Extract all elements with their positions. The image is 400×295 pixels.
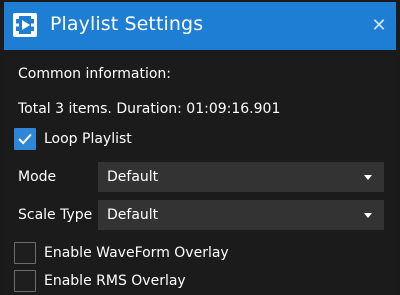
scale-type-dropdown[interactable]: Default bbox=[98, 200, 384, 230]
rms-overlay-checkbox[interactable] bbox=[14, 270, 36, 292]
mode-selected-value: Default bbox=[107, 169, 159, 185]
chevron-down-icon bbox=[364, 175, 372, 180]
waveform-overlay-label[interactable]: Enable WaveForm Overlay bbox=[44, 245, 229, 261]
mode-dropdown[interactable]: Default bbox=[98, 162, 384, 192]
mode-label: Mode bbox=[18, 169, 57, 185]
playlist-summary: Total 3 items. Duration: 01:09:16.901 bbox=[18, 101, 281, 117]
common-information-heading: Common information: bbox=[18, 66, 172, 82]
loop-playlist-label[interactable]: Loop Playlist bbox=[44, 131, 132, 147]
loop-playlist-checkbox[interactable] bbox=[14, 128, 36, 150]
playlist-settings-dialog: Playlist Settings ✕ Common information: … bbox=[4, 2, 396, 295]
checkmark-icon bbox=[18, 133, 32, 145]
rms-overlay-label[interactable]: Enable RMS Overlay bbox=[44, 273, 186, 289]
close-icon: ✕ bbox=[371, 15, 387, 36]
scale-type-label: Scale Type bbox=[18, 207, 93, 223]
close-button[interactable]: ✕ bbox=[366, 14, 392, 38]
waveform-overlay-checkbox[interactable] bbox=[14, 242, 36, 264]
chevron-down-icon bbox=[364, 213, 372, 218]
title-bar: Playlist Settings ✕ bbox=[4, 2, 396, 50]
film-play-icon bbox=[13, 13, 37, 37]
scale-type-selected-value: Default bbox=[107, 207, 159, 223]
dialog-title: Playlist Settings bbox=[50, 13, 204, 35]
